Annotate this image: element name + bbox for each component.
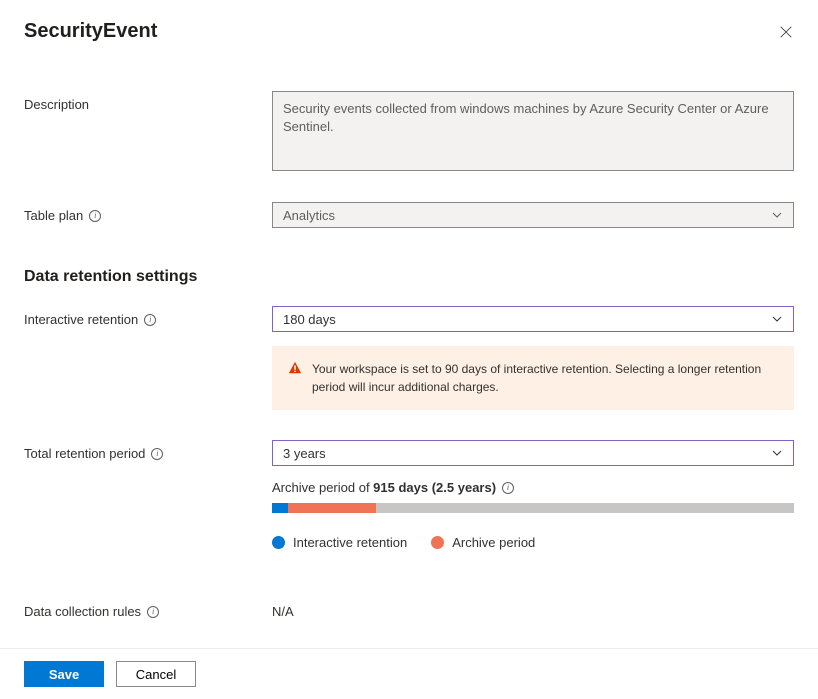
dcr-value: N/A bbox=[272, 598, 794, 619]
warning-icon bbox=[288, 361, 302, 375]
total-retention-value: 3 years bbox=[283, 446, 326, 461]
archive-value: 915 days (2.5 years) bbox=[373, 480, 496, 495]
chevron-down-icon bbox=[771, 313, 783, 325]
footer: Save Cancel bbox=[0, 648, 818, 699]
save-button[interactable]: Save bbox=[24, 661, 104, 687]
info-icon[interactable]: i bbox=[502, 482, 514, 494]
progress-interactive-segment bbox=[272, 503, 288, 513]
legend-item-interactive: Interactive retention bbox=[272, 535, 407, 550]
warning-message: Your workspace is set to 90 days of inte… bbox=[272, 346, 794, 410]
dcr-label: Data collection rules bbox=[24, 604, 141, 619]
legend-dot-icon bbox=[431, 536, 444, 549]
panel-header: SecurityEvent bbox=[24, 20, 794, 43]
dcr-row: Data collection rules i N/A bbox=[24, 598, 794, 619]
close-button[interactable] bbox=[778, 24, 794, 40]
info-icon[interactable]: i bbox=[147, 606, 159, 618]
description-textarea[interactable] bbox=[272, 91, 794, 171]
info-icon[interactable]: i bbox=[144, 314, 156, 326]
table-plan-row: Table plan i Analytics bbox=[24, 202, 794, 228]
panel-title: SecurityEvent bbox=[24, 20, 157, 43]
table-plan-label: Table plan bbox=[24, 208, 83, 223]
legend-label-archive: Archive period bbox=[452, 535, 535, 550]
archive-prefix: Archive period of bbox=[272, 480, 373, 495]
table-plan-value: Analytics bbox=[283, 208, 335, 223]
interactive-retention-value: 180 days bbox=[283, 312, 336, 327]
chevron-down-icon bbox=[771, 209, 783, 221]
description-label: Description bbox=[24, 91, 272, 112]
info-icon[interactable]: i bbox=[89, 210, 101, 222]
legend-item-archive: Archive period bbox=[431, 535, 535, 550]
progress-archive-segment bbox=[288, 503, 377, 513]
total-retention-row: Total retention period i 3 years bbox=[24, 440, 794, 466]
warning-text: Your workspace is set to 90 days of inte… bbox=[312, 360, 778, 396]
total-retention-select[interactable]: 3 years bbox=[272, 440, 794, 466]
archive-period-label-row: Archive period of 915 days (2.5 years) i bbox=[272, 480, 794, 495]
legend-label-interactive: Interactive retention bbox=[293, 535, 407, 550]
table-plan-select: Analytics bbox=[272, 202, 794, 228]
interactive-retention-label: Interactive retention bbox=[24, 312, 138, 327]
data-retention-heading: Data retention settings bbox=[24, 268, 794, 286]
legend: Interactive retention Archive period bbox=[272, 535, 794, 550]
interactive-retention-row: Interactive retention i 180 days bbox=[24, 306, 794, 332]
close-icon bbox=[779, 25, 793, 39]
info-icon[interactable]: i bbox=[151, 448, 163, 460]
interactive-retention-select[interactable]: 180 days bbox=[272, 306, 794, 332]
chevron-down-icon bbox=[771, 447, 783, 459]
description-row: Description bbox=[24, 91, 794, 174]
legend-dot-icon bbox=[272, 536, 285, 549]
retention-progress-bar bbox=[272, 503, 794, 513]
total-retention-label: Total retention period bbox=[24, 446, 145, 461]
cancel-button[interactable]: Cancel bbox=[116, 661, 196, 687]
